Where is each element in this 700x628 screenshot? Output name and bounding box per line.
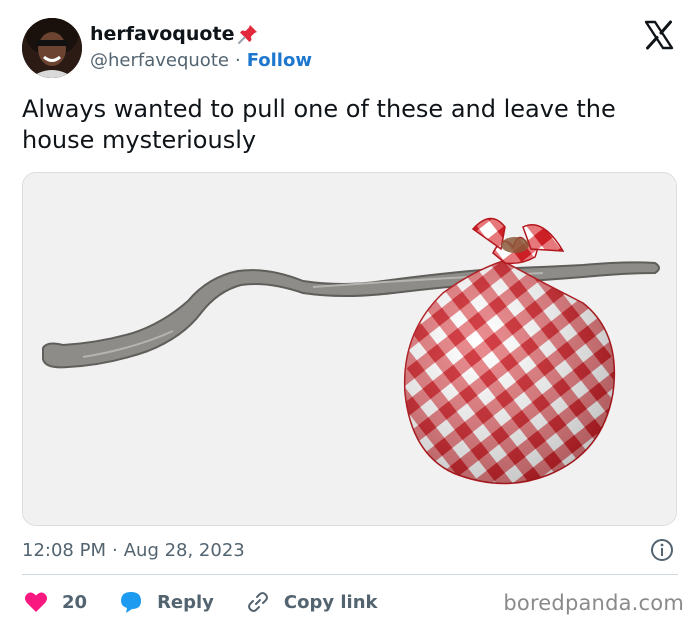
x-logo-icon[interactable]: [644, 20, 674, 50]
speech-bubble-icon: [121, 592, 142, 613]
handle-row: @herfavequote · Follow: [90, 50, 312, 71]
pushpin-icon: [236, 22, 260, 46]
heart-icon: [25, 592, 47, 612]
tweet-media-image[interactable]: [22, 172, 677, 526]
name-row: herfavoquote: [90, 22, 260, 46]
separator: ·: [234, 50, 241, 71]
action-bar: 20 Reply Copy link: [24, 588, 410, 616]
reply-label: Reply: [157, 591, 214, 613]
reply-button[interactable]: Reply: [119, 590, 214, 614]
like-button[interactable]: 20: [24, 591, 87, 613]
divider: [22, 574, 678, 575]
link-icon: [247, 592, 268, 612]
copy-link-label: Copy link: [283, 591, 378, 613]
avatar[interactable]: [22, 18, 82, 78]
info-icon[interactable]: [650, 538, 674, 562]
tweet-card: herfavoquote @herfavequote · Follow Alwa…: [0, 0, 700, 628]
tweet-text: Always wanted to pull one of these and l…: [22, 95, 616, 154]
tweet-time: 12:08 PM: [22, 539, 106, 561]
separator: ·: [111, 539, 118, 561]
follow-button[interactable]: Follow: [247, 50, 312, 71]
copy-link-button[interactable]: Copy link: [246, 590, 378, 614]
tweet-timestamp[interactable]: 12:08 PM · Aug 28, 2023: [22, 537, 678, 563]
tweet-date: Aug 28, 2023: [123, 539, 245, 561]
like-count: 20: [62, 591, 88, 613]
tweet-header: herfavoquote @herfavequote · Follow: [22, 18, 678, 80]
watermark: boredpanda.com: [503, 591, 684, 615]
user-handle[interactable]: @herfavequote: [90, 50, 229, 71]
display-name[interactable]: herfavoquote: [90, 23, 234, 45]
